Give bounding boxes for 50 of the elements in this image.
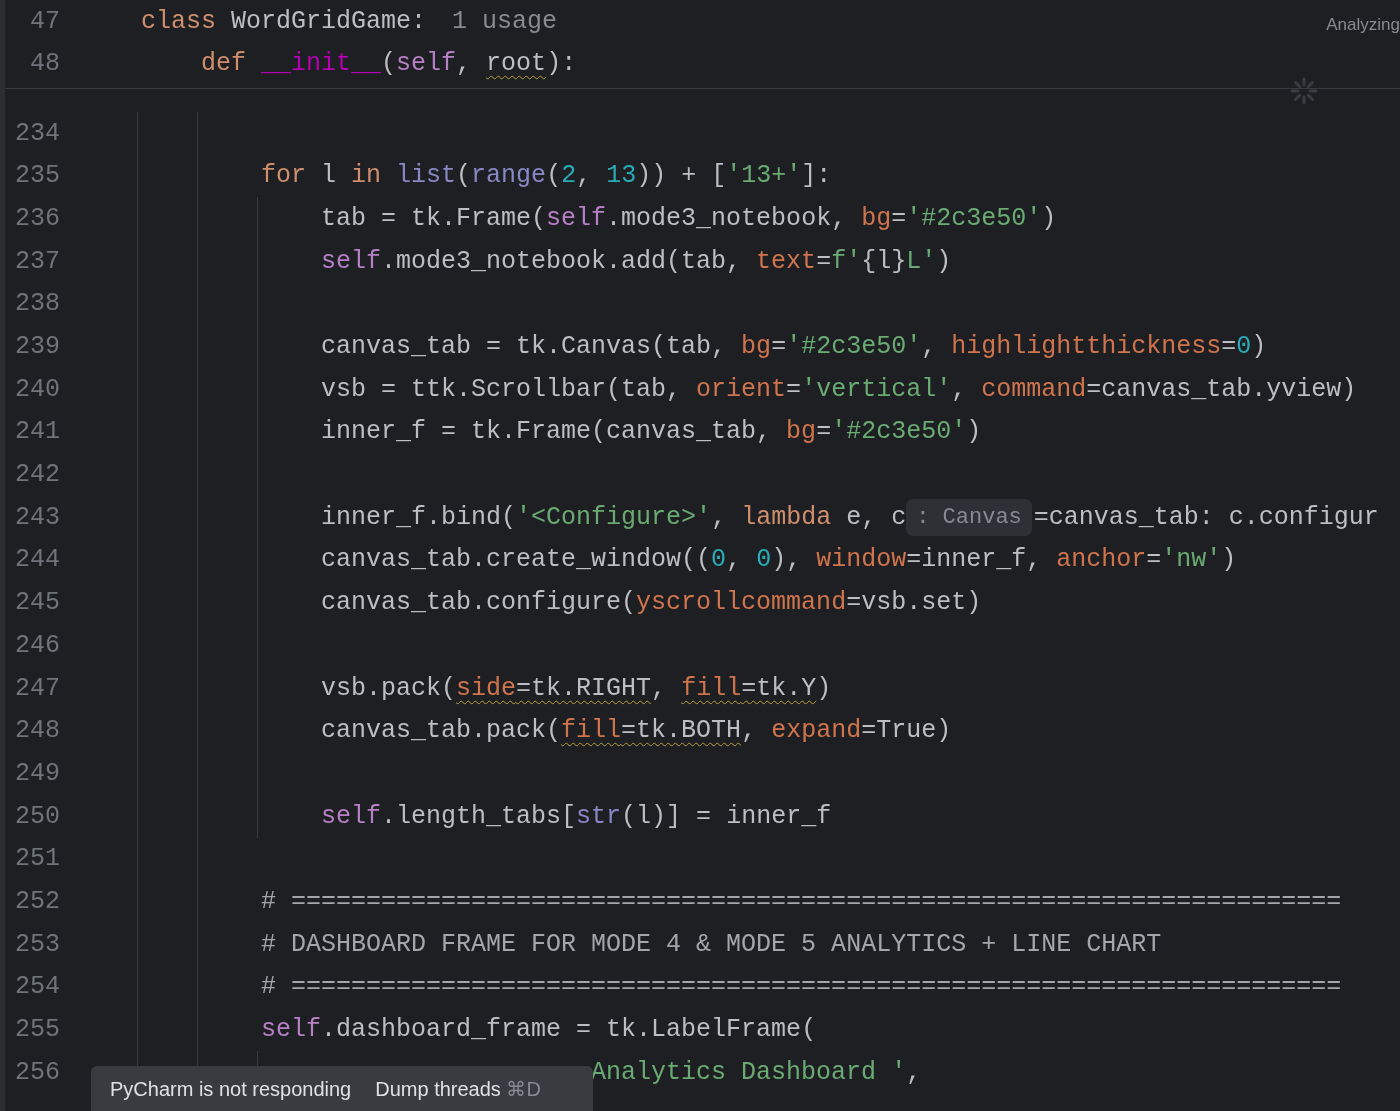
code-text: vsb.pack(side=tk.RIGHT, fill=tk.Y)	[321, 672, 832, 705]
code-text: inner_f.bind('<Configure>', lambda e, c	[321, 501, 907, 534]
line-number: 235	[14, 160, 60, 193]
code-text: # ======================================================================	[261, 971, 1342, 1004]
code-text: canvas_tab.pack(fill=tk.BOTH, expand=True)	[321, 715, 952, 748]
line-number: 241	[14, 416, 60, 449]
code-text: self.mode3_notebook.add(tab, text=f'{l}L')	[321, 245, 952, 278]
line-number: 253	[14, 928, 60, 961]
line-number: 246	[14, 629, 60, 662]
code-text: canvas_tab = tk.Canvas(tab, bg='#2c3e50', highlightthickness=0)	[321, 331, 1267, 364]
code-text: class WordGridGame:	[141, 5, 427, 38]
code-text: self.length_tabs[str(l)] = inner_f	[321, 800, 832, 833]
line-number: 256	[14, 1056, 60, 1089]
status-text: Analyzing	[1326, 14, 1400, 36]
notification-message: PyCharm is not responding	[110, 1077, 352, 1102]
line-number: 237	[14, 245, 60, 278]
code-text: self.dashboard_frame = tk.LabelFrame(	[261, 1014, 817, 1047]
line-number: 239	[14, 331, 60, 364]
code-text: =canvas_tab: c.configur	[1033, 501, 1379, 534]
line-number: 255	[14, 1014, 60, 1047]
line-number: 234	[14, 117, 60, 150]
code-text: for l in list(range(2, 13)) + ['13+']:	[261, 160, 832, 193]
line-number: 250	[14, 800, 60, 833]
dump-threads-link[interactable]: Dump threads ⌘D	[375, 1074, 541, 1104]
line-number: 252	[14, 885, 60, 918]
code-text: Analytics Dashboard ',	[591, 1056, 922, 1089]
line-number: 247	[14, 672, 60, 705]
code-text: inner_f = tk.Frame(canvas_tab, bg='#2c3e50')	[321, 416, 982, 449]
line-number: 240	[14, 373, 60, 406]
usage-hint[interactable]: 1 usage	[452, 2, 558, 41]
line-number: 236	[14, 202, 60, 235]
line-number: 243	[14, 501, 60, 534]
line-number: 245	[14, 587, 60, 620]
code-text: canvas_tab.configure(yscrollcommand=vsb.set)	[321, 587, 982, 620]
code-text: tab = tk.Frame(self.mode3_notebook, bg='#2c3e50')	[321, 202, 1057, 235]
inlay-hint: : Canvas	[906, 499, 1032, 537]
line-number: 249	[14, 757, 60, 790]
line-number: 48	[29, 48, 60, 81]
code-text: # DASHBOARD FRAME FOR MODE 4 & MODE 5 ANALYTICS + LINE CHART	[261, 928, 1162, 961]
code-text: def __init__(self, root):	[201, 48, 577, 81]
code-text: # ======================================================================	[261, 885, 1342, 918]
line-number: 47	[29, 5, 60, 38]
line-number: 248	[14, 715, 60, 748]
line-number: 238	[14, 288, 60, 321]
line-number: 251	[14, 843, 60, 876]
line-number: 244	[14, 544, 60, 577]
line-number: 242	[14, 459, 60, 492]
code-text: canvas_tab.create_window((0, 0), window=inner_f, anchor='nw')	[321, 544, 1237, 577]
code-text: vsb = ttk.Scrollbar(tab, orient='vertical', command=canvas_tab.yview)	[321, 373, 1357, 406]
line-number: 254	[14, 971, 60, 1004]
